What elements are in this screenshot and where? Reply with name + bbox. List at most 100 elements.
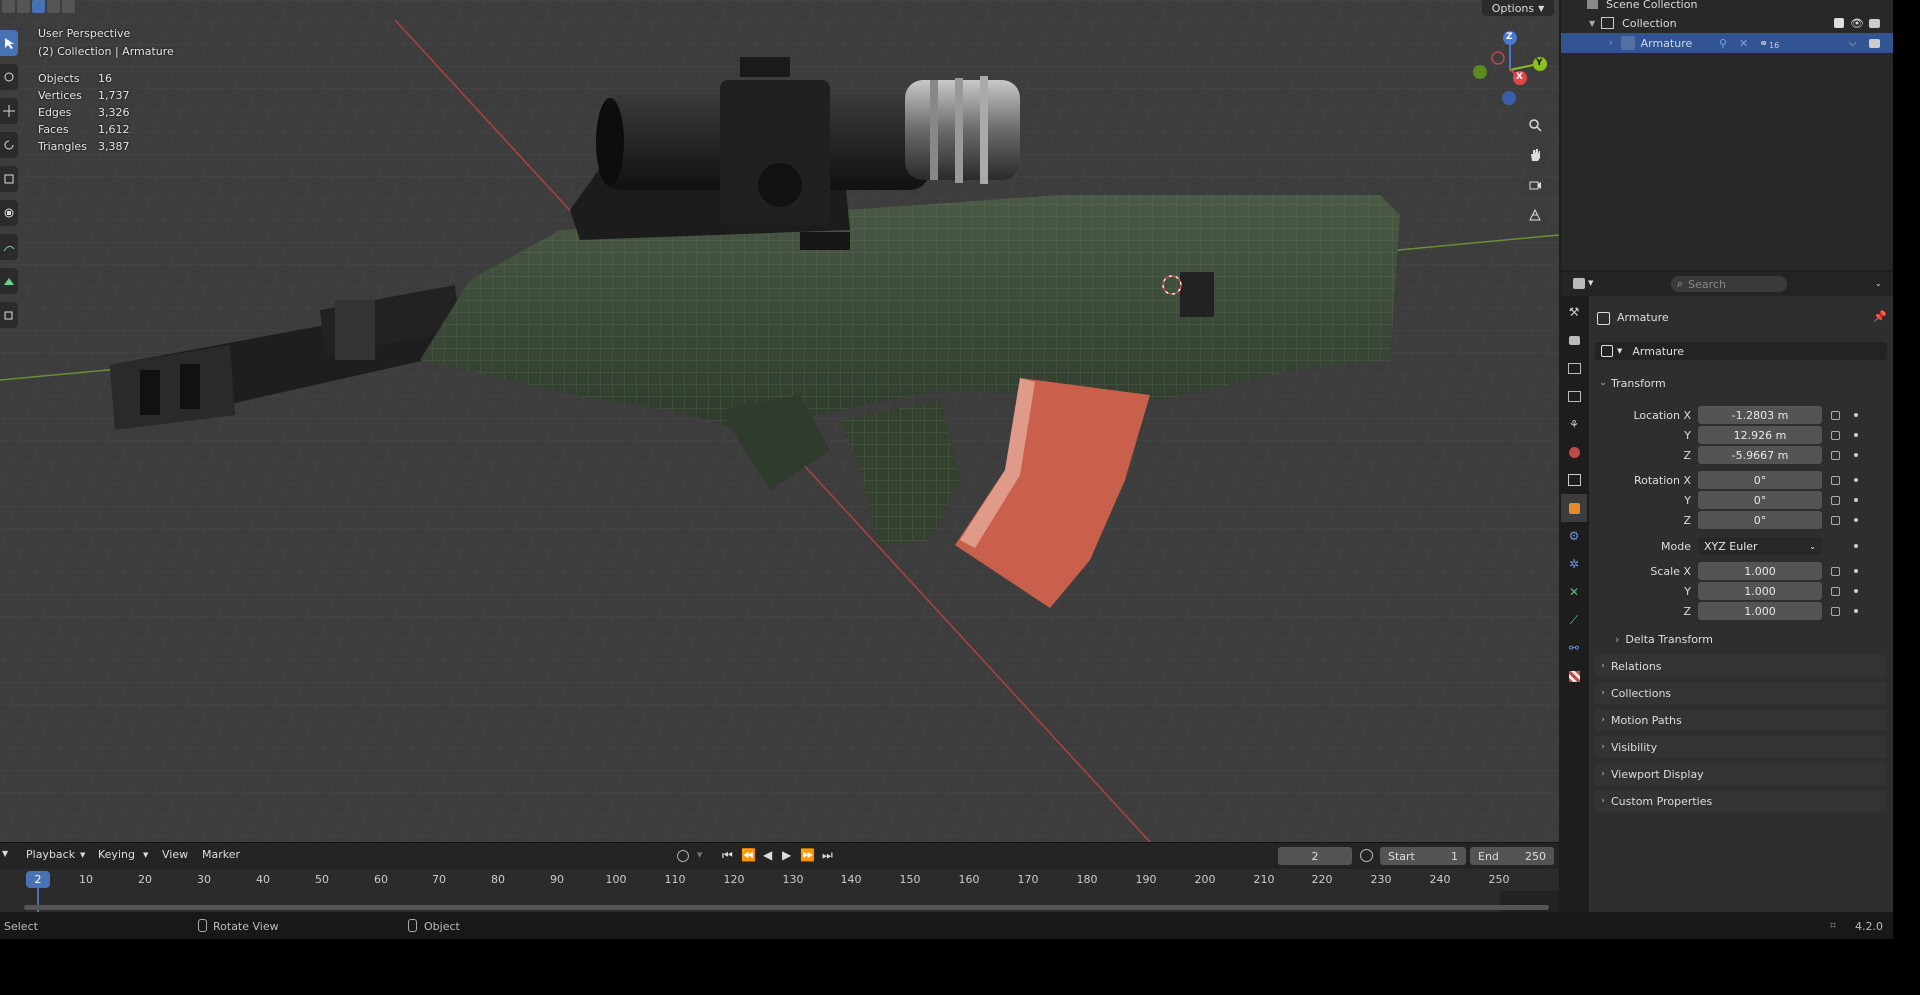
ortho-grid-icon[interactable] <box>1522 202 1548 228</box>
collection-tab-icon[interactable] <box>1561 466 1587 494</box>
pin-icon[interactable]: 📌 <box>1873 310 1887 323</box>
play-reverse-icon[interactable]: ◀ <box>763 848 772 862</box>
transform-section-header[interactable]: ⌄ Transform <box>1595 372 1887 394</box>
keyframe-dot-icon[interactable] <box>1854 544 1858 548</box>
jump-keyframe-forward-icon[interactable]: ⏩ <box>800 848 815 862</box>
delta-transform-subpanel[interactable]: › Delta Transform <box>1615 633 1713 646</box>
outliner-collection[interactable]: ▼ Collection 👁 <box>1561 13 1893 33</box>
rotation-x-field[interactable]: 0° <box>1698 471 1822 489</box>
rotation-y-field[interactable]: 0° <box>1698 491 1822 509</box>
play-icon[interactable]: ▶ <box>782 848 791 862</box>
measure-tool-icon[interactable] <box>0 268 18 294</box>
lock-icon[interactable] <box>1831 587 1840 596</box>
scale-y-field[interactable]: 1.000 <box>1698 582 1822 600</box>
visibility-toggle-icon[interactable]: ⌵ <box>1849 38 1857 49</box>
lock-icon[interactable] <box>1831 607 1840 616</box>
location-y-field[interactable]: 12.926 m <box>1698 426 1822 444</box>
start-frame-field[interactable]: Start 1 <box>1380 847 1466 865</box>
output-tab-icon[interactable] <box>1561 354 1587 382</box>
scale-z-field[interactable]: 1.000 <box>1698 602 1822 620</box>
view-layer-tab-icon[interactable] <box>1561 382 1587 410</box>
visibility-section[interactable]: › Visibility <box>1595 736 1887 758</box>
modifier-tab-icon[interactable]: ⚙ <box>1561 522 1587 550</box>
keyframe-dot-icon[interactable] <box>1854 569 1858 573</box>
render-tab-icon[interactable] <box>1561 326 1587 354</box>
keyframe-dot-icon[interactable] <box>1854 453 1858 457</box>
lock-icon[interactable] <box>1831 516 1840 525</box>
location-z-field[interactable]: -5.9667 m <box>1698 446 1822 464</box>
select-extend-icon[interactable] <box>17 0 30 13</box>
particles-tab-icon[interactable]: ✲ <box>1561 550 1587 578</box>
keyframe-dot-icon[interactable] <box>1854 498 1858 502</box>
move-tool-icon[interactable] <box>0 98 18 124</box>
current-frame-field[interactable]: 2 <box>1278 847 1352 865</box>
marker-menu[interactable]: Marker <box>202 848 240 861</box>
playback-menu[interactable]: Playback <box>26 848 75 861</box>
keyframe-dot-icon[interactable] <box>1854 589 1858 593</box>
editor-type-chevron-icon[interactable]: ▼ <box>2 849 8 858</box>
render-camera-icon[interactable] <box>1869 18 1880 28</box>
chevron-down-icon[interactable]: ⌄ <box>1875 279 1882 288</box>
cursor-tool-icon[interactable] <box>0 64 18 90</box>
lock-icon[interactable] <box>1831 451 1840 460</box>
scene-tab-icon[interactable]: ⚘ <box>1561 410 1587 438</box>
outliner-armature[interactable]: › Armature ⚲ ✕ ⚭ 16 ⌵ <box>1561 33 1893 53</box>
lock-icon[interactable] <box>1831 476 1840 485</box>
annotate-tool-icon[interactable] <box>0 234 18 260</box>
keyframe-dot-icon[interactable] <box>1854 518 1858 522</box>
constraints-tab-icon[interactable]: ✕ <box>1561 578 1587 606</box>
select-mode-icon[interactable] <box>2 0 15 13</box>
timeline-editor[interactable]: ▼ Playback ▼ Keying ▼ View Marker ▼ ⏮ ⏪ … <box>0 842 1559 913</box>
eye-icon[interactable]: 👁 <box>1850 17 1864 30</box>
3d-viewport[interactable]: Z Y X User Perspective (2) Collection | … <box>0 0 1559 842</box>
rotate-tool-icon[interactable] <box>0 132 18 158</box>
bone-tab-icon[interactable]: ⟋ <box>1561 606 1587 634</box>
lock-icon[interactable] <box>1831 567 1840 576</box>
select-subtract-icon[interactable] <box>32 0 45 13</box>
camera-view-icon[interactable] <box>1522 172 1548 198</box>
scale-x-field[interactable]: 1.000 <box>1698 562 1822 580</box>
viewport-display-section[interactable]: › Viewport Display <box>1595 763 1887 785</box>
render-camera-icon[interactable] <box>1869 38 1880 48</box>
tool-tab-icon[interactable]: ⚒ <box>1561 298 1587 326</box>
chevron-down-icon[interactable]: ▼ <box>1589 19 1595 28</box>
keyframe-dot-icon[interactable] <box>1854 413 1858 417</box>
relations-section[interactable]: › Relations <box>1595 655 1887 677</box>
options-dropdown[interactable]: Options ▼ <box>1482 0 1554 16</box>
object-name-field[interactable]: ▼ Armature <box>1595 342 1887 360</box>
outliner-scene-collection[interactable]: Scene Collection <box>1561 0 1893 14</box>
zoom-icon[interactable] <box>1522 112 1548 138</box>
rotation-z-field[interactable]: 0° <box>1698 511 1822 529</box>
keyframe-dot-icon[interactable] <box>1854 478 1858 482</box>
lock-icon[interactable] <box>1831 496 1840 505</box>
keyframe-dot-icon[interactable] <box>1854 609 1858 613</box>
keyframe-dot-icon[interactable] <box>1854 433 1858 437</box>
lock-icon[interactable] <box>1831 411 1840 420</box>
jump-end-icon[interactable]: ⏭ <box>822 848 833 863</box>
exclude-checkbox-icon[interactable] <box>1834 18 1844 28</box>
scale-tool-icon[interactable] <box>0 166 18 192</box>
lock-icon[interactable] <box>1831 431 1840 440</box>
select-intersect-icon[interactable] <box>62 0 75 13</box>
pan-hand-icon[interactable] <box>1522 142 1548 168</box>
location-x-field[interactable]: -1.2803 m <box>1698 406 1822 424</box>
auto-keying-icon[interactable] <box>677 850 689 862</box>
view-menu[interactable]: View <box>162 848 188 861</box>
rotation-mode-select[interactable]: XYZ Euler ⌄ <box>1698 537 1822 555</box>
jump-keyframe-back-icon[interactable]: ⏪ <box>741 848 756 862</box>
chevron-right-icon[interactable]: › <box>1609 38 1613 48</box>
stopwatch-icon[interactable] <box>1360 849 1373 862</box>
collections-section[interactable]: › Collections <box>1595 682 1887 704</box>
select-invert-icon[interactable] <box>47 0 60 13</box>
keying-menu[interactable]: Keying <box>98 848 135 861</box>
timeline-scrollbar[interactable] <box>24 905 1549 910</box>
select-box-tool-icon[interactable] <box>0 30 18 56</box>
motion-paths-section[interactable]: › Motion Paths <box>1595 709 1887 731</box>
object-tab-icon[interactable] <box>1561 494 1587 522</box>
end-frame-field[interactable]: End 250 <box>1470 847 1554 865</box>
transform-tool-icon[interactable] <box>0 200 18 226</box>
properties-search-input[interactable]: ⌕ Search <box>1671 276 1787 292</box>
bone-constraint-tab-icon[interactable]: ⚯ <box>1561 634 1587 662</box>
editor-type-icon[interactable] <box>1573 278 1585 289</box>
outliner[interactable]: Scene Collection ▼ Collection 👁 › Armatu… <box>1561 0 1893 270</box>
